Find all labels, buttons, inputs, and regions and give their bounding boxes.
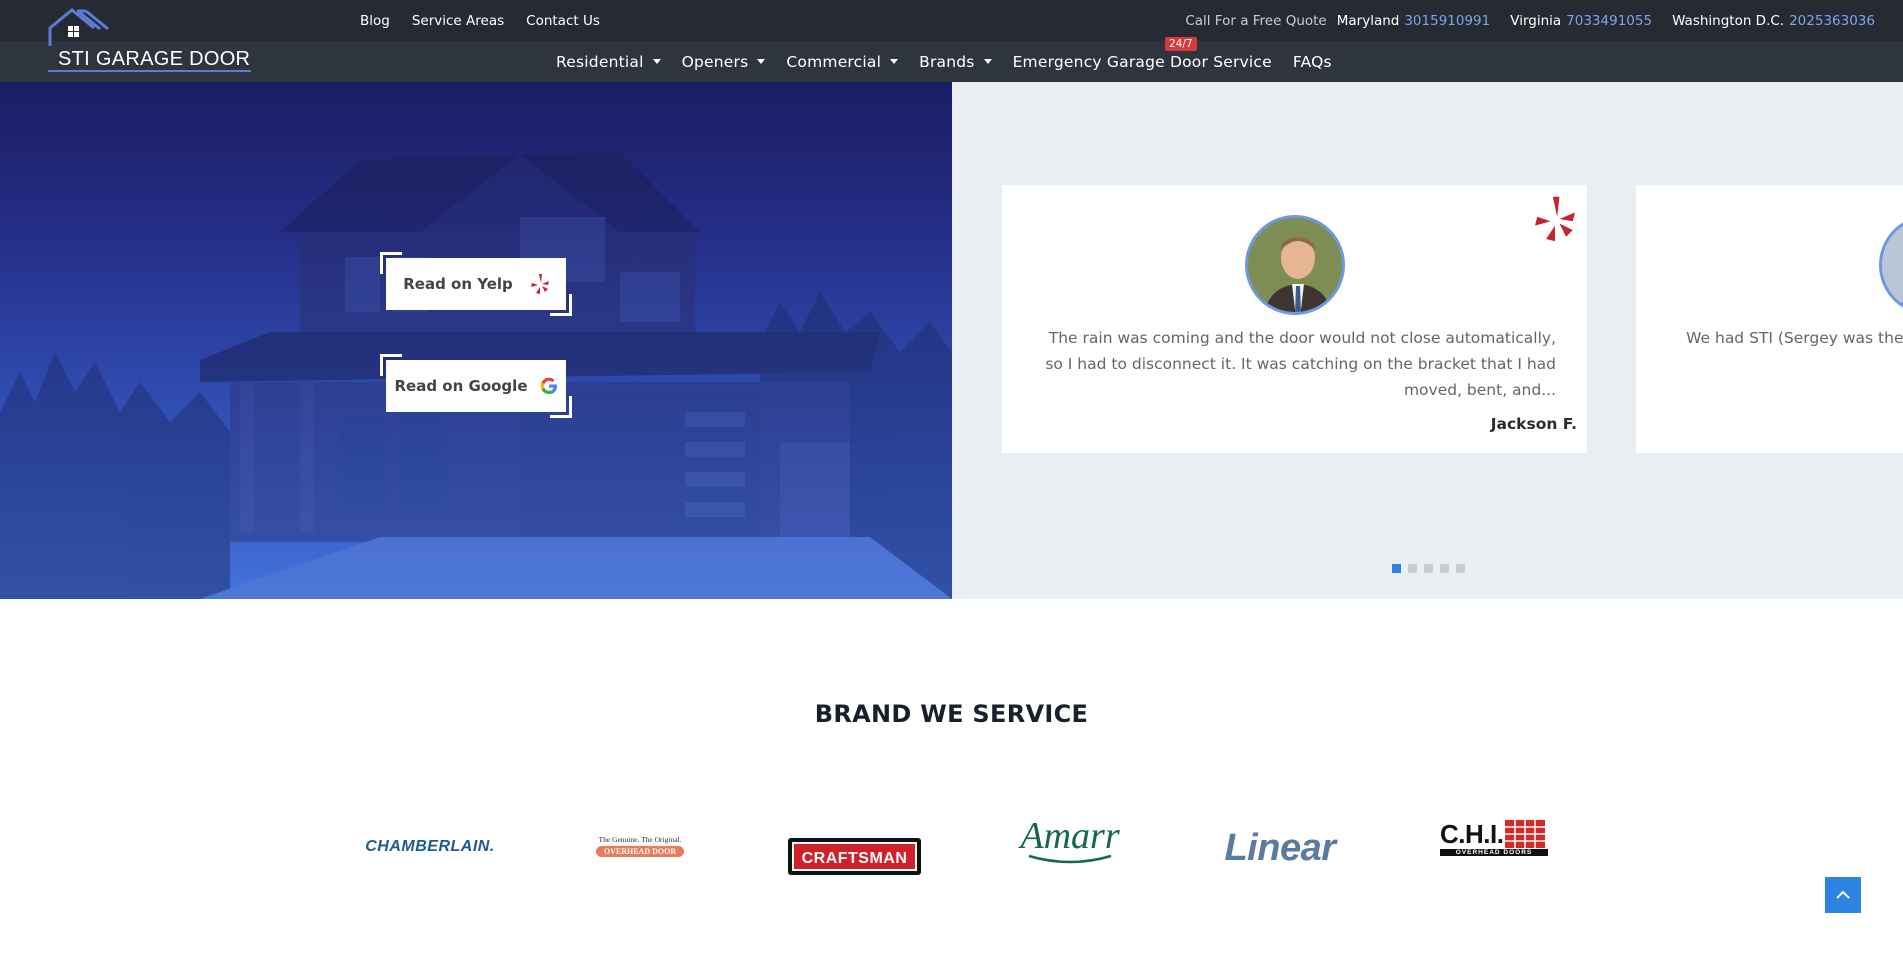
read-on-google-button[interactable]: Read on Google <box>380 354 572 418</box>
chi-grid-icon <box>1505 820 1546 848</box>
nav-faqs[interactable]: FAQs <box>1293 53 1332 71</box>
brand-chamberlain-logo[interactable]: CHAMBERLAIN. <box>360 832 500 862</box>
region-dc: Washington D.C. <box>1672 12 1785 29</box>
chi-mark: C.H.I. <box>1440 819 1546 849</box>
read-on-yelp-button[interactable]: Read on Yelp <box>380 252 572 316</box>
brand-overhead-door-logo[interactable]: The Genuine. The Original. OVERHEAD DOOR <box>590 828 690 864</box>
caret-down-icon <box>890 59 899 64</box>
top-links: Blog Service Areas Contact Us <box>360 0 622 41</box>
region-maryland: Maryland <box>1336 12 1400 29</box>
amarr-swoosh-icon <box>1028 854 1112 864</box>
brands-title: BRAND WE SERVICE <box>814 700 1089 728</box>
contact-us-link[interactable]: Contact Us <box>526 13 600 29</box>
read-on-yelp-label: Read on Yelp <box>403 275 513 293</box>
reviewer-avatar <box>1879 215 1903 315</box>
google-icon <box>540 377 558 395</box>
logo-underline <box>48 70 251 72</box>
nav-openers[interactable]: Openers <box>682 53 766 71</box>
brand-amarr-logo[interactable]: Amarr <box>1010 816 1130 866</box>
nav-openers-label: Openers <box>681 52 749 71</box>
caret-down-icon <box>757 59 766 64</box>
button-corner-decoration <box>380 354 402 376</box>
linear-wordmark: Linear <box>1224 826 1336 869</box>
service-areas-link[interactable]: Service Areas <box>412 13 504 29</box>
nav-brands[interactable]: Brands <box>919 52 992 71</box>
nav-emergency-label: Emergency Garage Door Service <box>1012 52 1272 71</box>
nav-faqs-label: FAQs <box>1292 52 1332 71</box>
nav-commercial[interactable]: Commercial <box>786 52 899 71</box>
carousel-dot[interactable] <box>1424 564 1433 573</box>
region-virginia: Virginia <box>1510 12 1562 29</box>
house-background-illustration <box>0 152 952 599</box>
reviewer-avatar <box>1245 215 1345 315</box>
nav-residential-label: Residential <box>556 52 644 71</box>
free-quote-label: Call For a Free Quote <box>1185 12 1327 29</box>
phone-dc[interactable]: 2025363036 <box>1789 13 1875 29</box>
yelp-icon <box>1535 193 1575 249</box>
hero-banner: Read on Yelp Read on Google <box>0 82 952 599</box>
brand-linear-logo[interactable]: Linear <box>1215 826 1345 870</box>
button-corner-decoration <box>550 294 572 316</box>
carousel-dot[interactable] <box>1456 564 1465 573</box>
caret-down-icon <box>983 59 992 64</box>
overhead-door-wordmark: OVERHEAD DOOR <box>595 846 685 857</box>
nav-commercial-label: Commercial <box>786 52 882 71</box>
chi-tagline: OVERHEAD DOORS <box>1440 849 1548 856</box>
amarr-wordmark: Amarr <box>1020 815 1120 857</box>
brand-chi-logo[interactable]: C.H.I. OVERHEAD DOORS <box>1440 818 1552 858</box>
house-logo-icon <box>48 8 109 46</box>
main-nav: Residential Openers Commercial Brands Em… <box>556 41 1353 82</box>
button-corner-decoration <box>380 252 402 274</box>
reviews-carousel: The rain was coming and the door would n… <box>952 82 1903 599</box>
contact-info: Call For a Free Quote Maryland 301591099… <box>1185 0 1875 41</box>
review-text: The rain was coming and the door would n… <box>1045 329 1556 399</box>
nav-residential[interactable]: Residential <box>556 53 661 71</box>
nav-emergency[interactable]: Emergency Garage Door Service <box>1013 53 1272 71</box>
carousel-dots <box>1392 564 1465 573</box>
chevron-up-icon <box>1836 890 1850 899</box>
nav-brands-label: Brands <box>919 52 975 71</box>
carousel-dot[interactable] <box>1440 564 1449 573</box>
review-card: The rain was coming and the door would n… <box>1002 185 1587 453</box>
phone-virginia[interactable]: 7033491055 <box>1566 13 1652 29</box>
button-corner-decoration <box>550 396 572 418</box>
caret-down-icon <box>652 59 661 64</box>
logo[interactable]: STI GARAGE DOOR <box>48 6 253 74</box>
craftsman-wordmark: CRAFTSMAN <box>792 842 917 871</box>
carousel-dot[interactable] <box>1392 564 1401 573</box>
badge-24-7: 24/7 <box>1165 37 1197 51</box>
review-author: Jackson F. <box>1490 415 1577 433</box>
logo-text: STI GARAGE DOOR <box>58 48 251 70</box>
scroll-to-top-button[interactable] <box>1825 877 1861 913</box>
blog-link[interactable]: Blog <box>360 13 390 29</box>
overhead-door-tagline: The Genuine. The Original. <box>598 835 682 844</box>
chamberlain-wordmark: CHAMBERLAIN. <box>365 838 495 855</box>
review-text: We had STI (Sergey was there of door ope… <box>1686 329 1903 347</box>
chi-wordmark: C.H.I. <box>1440 819 1504 849</box>
yelp-icon <box>530 274 549 294</box>
brand-craftsman-logo[interactable]: CRAFTSMAN <box>788 838 921 875</box>
review-card: We had STI (Sergey was there of door ope… <box>1636 185 1903 453</box>
read-on-google-label: Read on Google <box>394 377 528 395</box>
carousel-dot[interactable] <box>1408 564 1417 573</box>
phone-maryland[interactable]: 3015910991 <box>1404 13 1490 29</box>
